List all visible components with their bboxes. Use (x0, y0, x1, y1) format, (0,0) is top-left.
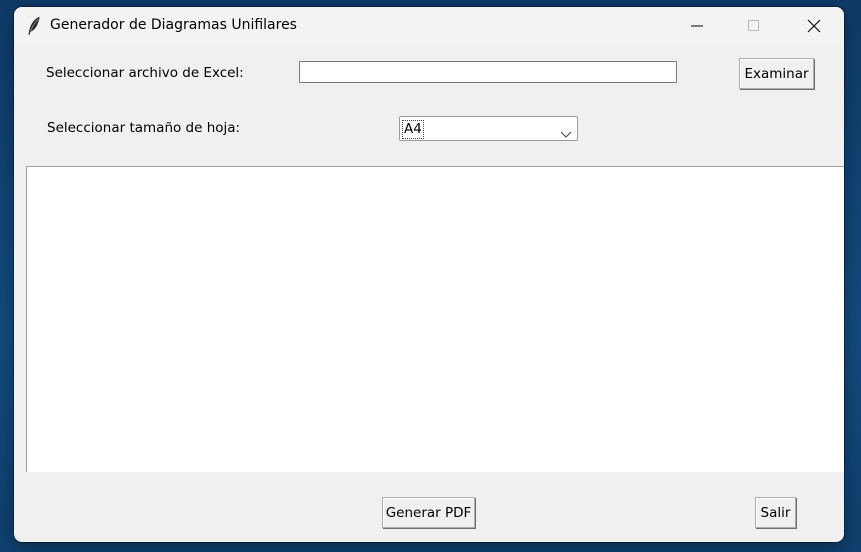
output-text-area[interactable] (26, 166, 844, 472)
title-bar[interactable]: Generador de Diagramas Unifilares (14, 7, 844, 45)
excel-file-label: Seleccionar archivo de Excel: (46, 65, 244, 81)
minimize-icon (691, 20, 703, 32)
browse-button[interactable]: Examinar (739, 58, 814, 89)
close-icon (807, 19, 821, 33)
minimize-button[interactable] (674, 7, 720, 45)
sheet-size-value: A4 (402, 120, 424, 139)
exit-button[interactable]: Salir (755, 497, 796, 528)
excel-file-input[interactable] (299, 61, 677, 83)
maximize-icon (748, 20, 760, 32)
chevron-down-icon[interactable] (560, 124, 572, 138)
feather-icon (27, 16, 41, 36)
app-window: Generador de Diagramas Unifilares Selecc… (14, 7, 844, 542)
generate-pdf-button[interactable]: Generar PDF (382, 497, 475, 528)
sheet-size-select[interactable]: A4 (399, 116, 578, 141)
desktop-background: Generador de Diagramas Unifilares Selecc… (0, 0, 861, 552)
window-title: Generador de Diagramas Unifilares (50, 17, 297, 33)
close-button[interactable] (791, 7, 837, 45)
sheet-size-label: Seleccionar tamaño de hoja: (47, 120, 241, 136)
maximize-button[interactable] (731, 7, 777, 45)
